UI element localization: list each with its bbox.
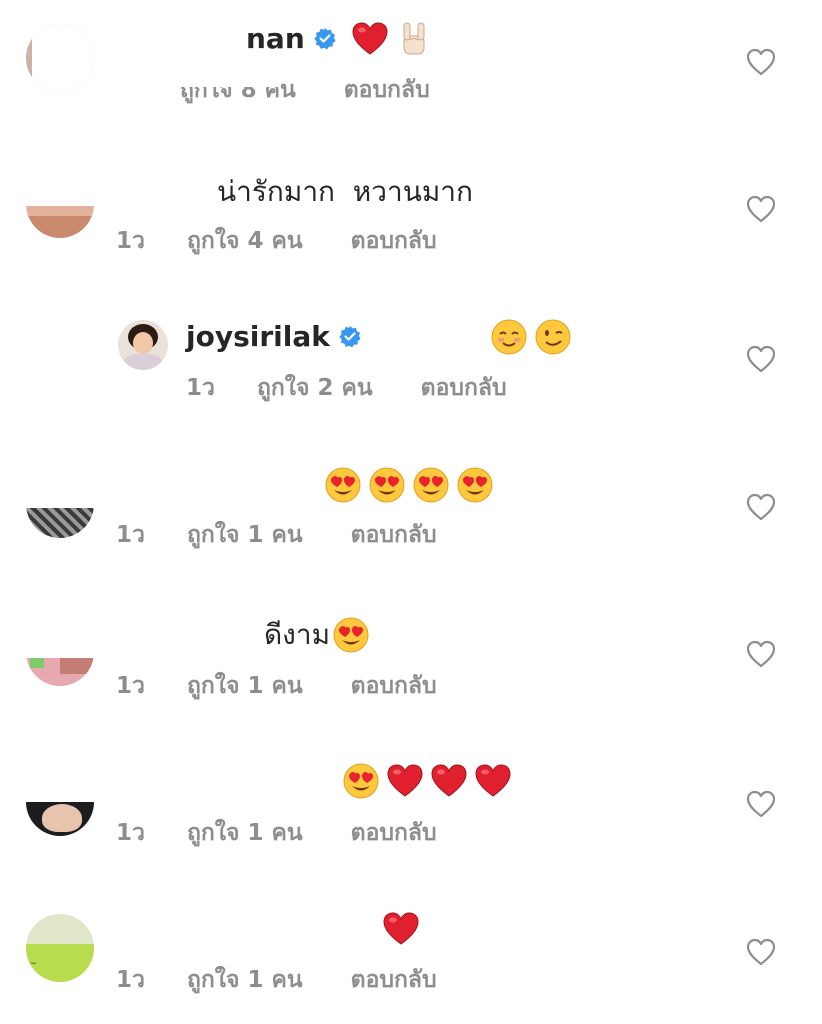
comment-meta: 1ว ถูกใจ 1 คน ตอบกลับ: [116, 818, 437, 848]
likes-count[interactable]: ถูกใจ 1 คน: [187, 818, 303, 848]
redaction: [100, 74, 280, 87]
heart-eyes-emoji-icon: [343, 763, 379, 799]
comment-body: nan: [246, 20, 433, 58]
comment-body: น่ารักมาก หวานมาก: [217, 174, 473, 210]
comment-meta: 1ว ถูกใจ 2 คน ตอบกลับ: [186, 373, 507, 403]
timestamp: 1ว: [116, 820, 145, 846]
red-heart-emoji-icon: [475, 764, 511, 797]
reply-button[interactable]: ตอบกลับ: [421, 373, 507, 403]
heart-eyes-emoji-icon: [413, 467, 449, 503]
verified-badge-icon: [312, 27, 337, 51]
timestamp: 1ว: [116, 522, 145, 548]
comment-meta: 1ว ถูกใจ 4 คน ตอบกลับ: [116, 226, 437, 256]
like-heart-icon[interactable]: [746, 790, 776, 818]
reply-button[interactable]: ตอบกลับ: [351, 671, 437, 701]
like-heart-icon[interactable]: [746, 345, 776, 373]
like-heart-icon[interactable]: [746, 493, 776, 521]
red-heart-emoji-icon: [352, 22, 388, 55]
avatar[interactable]: ~: [26, 914, 94, 982]
red-heart-emoji-icon: [387, 764, 423, 797]
rock-hand-emoji-icon: [403, 22, 425, 55]
comment-username[interactable]: joysirilak: [186, 319, 330, 355]
likes-count[interactable]: ถูกใจ 1 คน: [187, 965, 303, 995]
timestamp: 1ว: [116, 967, 145, 993]
comment-meta: 1ว ถูกใจ 1 คน ตอบกลับ: [116, 965, 437, 995]
comment-body: [336, 762, 512, 800]
comment-body: [368, 910, 420, 948]
likes-count[interactable]: ถูกใจ 1 คน: [187, 520, 303, 550]
red-heart-emoji-icon: [383, 912, 419, 945]
red-heart-emoji-icon: [431, 764, 467, 797]
reply-button[interactable]: ตอบกลับ: [351, 965, 437, 995]
avatar[interactable]: [26, 170, 94, 238]
reply-button[interactable]: ตอบกลับ: [351, 226, 437, 256]
timestamp: 1ว: [186, 375, 215, 401]
avatar[interactable]: [26, 618, 94, 686]
like-heart-icon[interactable]: [746, 640, 776, 668]
like-heart-icon[interactable]: [746, 195, 776, 223]
comment-meta: 1ว ถูกใจ 1 คน ตอบกลับ: [116, 671, 437, 701]
heart-eyes-emoji-icon: [457, 467, 493, 503]
avatar[interactable]: [26, 470, 94, 538]
comment-body: [318, 466, 494, 504]
reply-button[interactable]: ตอบกลับ: [351, 520, 437, 550]
timestamp: 1ว: [116, 228, 145, 254]
likes-count[interactable]: ถูกใจ 1 คน: [187, 671, 303, 701]
avatar[interactable]: [26, 768, 94, 836]
comment-text: ดีงาม: [264, 618, 331, 651]
heart-eyes-emoji-icon: [325, 467, 361, 503]
avatar[interactable]: [26, 24, 94, 92]
heart-eyes-emoji-icon: [369, 467, 405, 503]
likes-count[interactable]: ถูกใจ 2 คน: [257, 373, 373, 403]
comment-text: น่ารักมาก หวานมาก: [217, 175, 473, 208]
smiling-face-emoji-icon: [490, 319, 527, 355]
reply-button[interactable]: ตอบกลับ: [351, 818, 437, 848]
comment-body: ดีงาม: [264, 616, 370, 654]
winking-face-emoji-icon: [534, 319, 571, 355]
like-heart-icon[interactable]: [746, 48, 776, 76]
likes-count[interactable]: ถูกใจ 4 คน: [187, 226, 303, 256]
timestamp: 1ว: [116, 673, 145, 699]
verified-badge-icon: [338, 325, 362, 349]
reply-button[interactable]: ตอบกลับ: [344, 75, 430, 105]
heart-eyes-emoji-icon: [333, 617, 369, 653]
comment-body: joysirilak: [186, 318, 572, 356]
comment-meta: 1ว ถูกใจ 1 คน ตอบกลับ: [116, 520, 437, 550]
avatar[interactable]: [118, 320, 168, 370]
comment-username[interactable]: nan: [246, 21, 305, 57]
like-heart-icon[interactable]: [746, 938, 776, 966]
